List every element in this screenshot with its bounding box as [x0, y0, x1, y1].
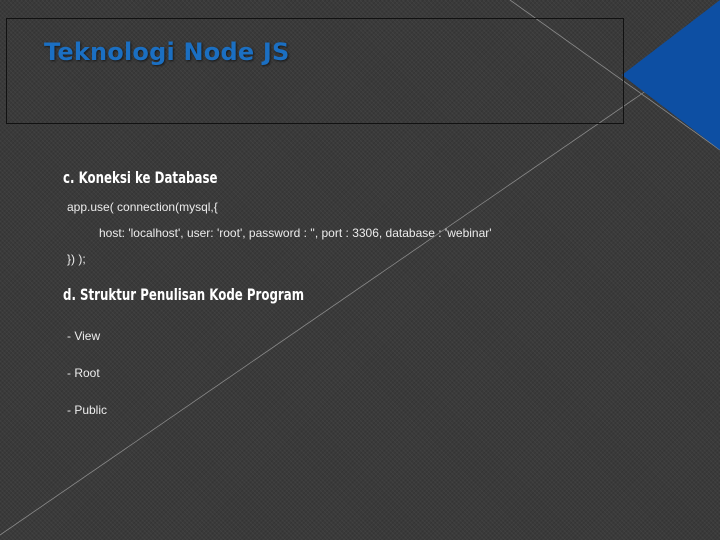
- list-item-public: - Public: [67, 403, 108, 417]
- code-line-2: host: 'localhost', user: 'root', passwor…: [99, 226, 492, 240]
- code-line-1: app.use( connection(mysql,{: [67, 200, 218, 214]
- list-item-root: - Root: [67, 366, 100, 380]
- section-c-heading: c. Koneksi ke Database: [63, 168, 218, 187]
- section-d-heading: d. Struktur Penulisan Kode Program: [63, 285, 305, 304]
- slide-title: Teknologi Node JS: [44, 38, 290, 66]
- title-frame: [6, 18, 624, 124]
- blue-accent-triangle: [622, 0, 720, 150]
- list-item-view: - View: [67, 329, 101, 343]
- code-line-3: }) );: [67, 252, 86, 266]
